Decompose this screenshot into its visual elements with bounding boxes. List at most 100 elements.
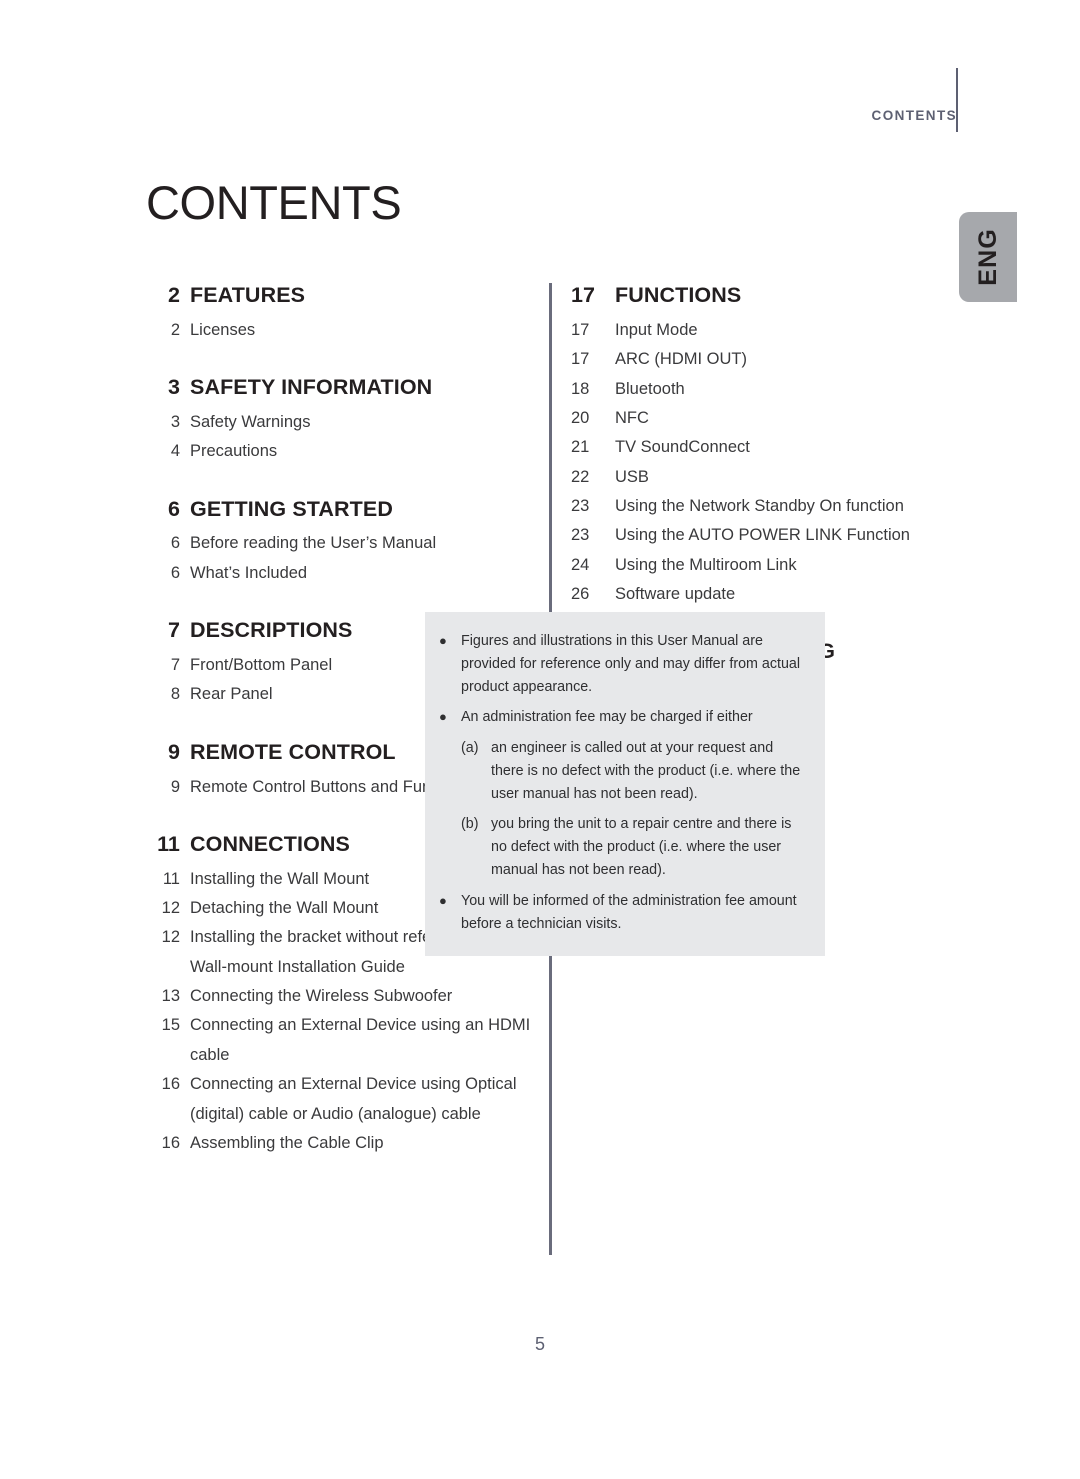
- toc-section-heading[interactable]: 17 FUNCTIONS: [571, 283, 971, 309]
- toc-entry[interactable]: 22 USB: [571, 463, 971, 492]
- toc-entry[interactable]: 17 Input Mode: [571, 316, 971, 345]
- toc-entry[interactable]: 13 Connecting the Wireless Subwoofer: [146, 982, 541, 1011]
- toc-entry-page-number: 23: [571, 496, 590, 515]
- toc-entry[interactable]: 6 Before reading the User’s Manual: [146, 529, 541, 558]
- toc-section-title: CONNECTIONS: [190, 831, 350, 856]
- toc-section-page-number: 6: [167, 496, 180, 521]
- toc-entry-page-number: 23: [571, 526, 590, 545]
- note-bullet-item: ● You will be informed of the administrat…: [439, 890, 805, 936]
- toc-section-page-number: 2: [167, 283, 180, 307]
- toc-entry-page-number: 6: [170, 534, 180, 553]
- toc-entry-label: Using the Multiroom Link: [615, 555, 797, 574]
- toc-entry[interactable]: 23 Using the Network Standby On function: [571, 492, 971, 521]
- toc-entry-label: Using the AUTO POWER LINK Function: [615, 526, 910, 545]
- toc-entry-label: Connecting an External Device using Opti…: [190, 1075, 517, 1123]
- toc-entry-label: What’s Included: [190, 563, 308, 582]
- running-header: CONTENTS: [871, 108, 957, 123]
- toc-entry-label: Assembling the Cable Clip: [190, 1133, 384, 1152]
- toc-entry-label: Software update: [615, 585, 736, 604]
- toc-entry[interactable]: 17 ARC (HDMI OUT): [571, 345, 971, 374]
- toc-entry-page-number: 15: [161, 1016, 180, 1035]
- toc-entry[interactable]: 2 Licenses: [146, 316, 541, 345]
- toc-entry[interactable]: 4 Precautions: [146, 437, 541, 466]
- toc-section-page-number: 11: [157, 831, 180, 856]
- toc-entry-label: Before reading the User’s Manual: [190, 534, 437, 553]
- note-bullet-item: ● An administration fee may be charged if…: [439, 706, 805, 729]
- toc-entry[interactable]: 16 Connecting an External Device using Op…: [146, 1070, 541, 1129]
- toc-entry-page-number: 21: [571, 438, 590, 457]
- toc-entry-page-number: 18: [571, 379, 590, 398]
- toc-entry[interactable]: 3 Safety Warnings: [146, 408, 541, 437]
- toc-entry-page-number: 2: [170, 320, 180, 339]
- toc-section-heading[interactable]: 3 SAFETY INFORMATION: [146, 375, 541, 401]
- toc-entry-page-number: 11: [162, 869, 180, 888]
- toc-entry-page-number: 7: [170, 655, 180, 674]
- toc-entry[interactable]: 20 NFC: [571, 404, 971, 433]
- toc-section-title: FEATURES: [190, 283, 306, 307]
- toc-entry[interactable]: 21 TV SoundConnect: [571, 433, 971, 462]
- toc-section-title: REMOTE CONTROL: [190, 739, 396, 764]
- toc-entry-label: USB: [615, 467, 649, 486]
- toc-section-page-number: 7: [167, 618, 180, 643]
- toc-entry-page-number: 26: [571, 585, 590, 604]
- toc-entry-page-number: 16: [161, 1133, 180, 1152]
- toc-entry-page-number: 3: [170, 412, 180, 431]
- toc-entry-label: NFC: [615, 408, 649, 427]
- toc-entry-page-number: 24: [571, 555, 590, 574]
- toc-entry-label: Connecting an External Device using an H…: [190, 1016, 531, 1064]
- page-number: 5: [534, 1334, 545, 1354]
- toc-entry-label: ARC (HDMI OUT): [615, 350, 747, 369]
- toc-entry-label: Precautions: [190, 442, 278, 461]
- toc-section-heading[interactable]: 2 FEATURES: [146, 283, 541, 309]
- toc-entry-label: Using the Network Standby On function: [615, 496, 904, 515]
- note-text: An administration fee may be charged if …: [461, 709, 753, 726]
- toc-section: 2 FEATURES 2 Licenses: [146, 283, 541, 375]
- note-bullet-item: ● Figures and illustrations in this User …: [439, 630, 805, 699]
- toc-section-title: FUNCTIONS: [615, 283, 742, 307]
- toc-section-page-number: 3: [167, 375, 180, 400]
- toc-entry-page-number: 22: [571, 467, 590, 486]
- toc-entry-page-number: 16: [161, 1075, 180, 1094]
- toc-entry[interactable]: 23 Using the AUTO POWER LINK Function: [571, 521, 971, 550]
- toc-section: 6 GETTING STARTED 6 Before reading the User…: [146, 497, 541, 619]
- toc-entry[interactable]: 26 Software update: [571, 580, 971, 609]
- toc-entry-label: Connecting the Wireless Subwoofer: [190, 987, 453, 1006]
- language-tab-label: ENG: [973, 228, 1002, 286]
- toc-entry[interactable]: 18 Bluetooth: [571, 375, 971, 404]
- toc-entry-page-number: 17: [571, 320, 590, 339]
- toc-entry-page-number: 4: [170, 442, 180, 461]
- note-text: an engineer is called out at your reques…: [491, 739, 801, 802]
- toc-entry-page-number: 20: [571, 408, 590, 427]
- toc-entry-label: Bluetooth: [615, 379, 685, 398]
- toc-entry-label: Input Mode: [615, 320, 698, 339]
- toc-entry-page-number: 17: [571, 350, 590, 369]
- note-box: ● Figures and illustrations in this User …: [425, 612, 825, 956]
- toc-entry[interactable]: 16 Assembling the Cable Clip: [146, 1129, 541, 1158]
- toc-entry[interactable]: 15 Connecting an External Device using an…: [146, 1011, 541, 1070]
- toc-section-page-number: 17: [571, 283, 596, 307]
- note-list-marker: (b): [461, 816, 479, 833]
- toc-entry-page-number: 8: [170, 685, 180, 704]
- toc-entry[interactable]: 6 What’s Included: [146, 559, 541, 588]
- toc-entry-page-number: 13: [161, 987, 180, 1006]
- toc-entry-page-number: 12: [161, 928, 180, 947]
- toc-section-heading[interactable]: 6 GETTING STARTED: [146, 497, 541, 523]
- toc-entry[interactable]: 24 Using the Multiroom Link: [571, 551, 971, 580]
- toc-section: 17 FUNCTIONS 17 Input Mode 17 ARC (HDMI OUT) 1…: [571, 283, 971, 639]
- toc-entry-page-number: 6: [170, 563, 180, 582]
- toc-entry-label: Safety Warnings: [190, 412, 311, 431]
- toc-section: 3 SAFETY INFORMATION 3 Safety Warnings 4 Prec…: [146, 375, 541, 497]
- toc-entry-page-number: 12: [161, 899, 180, 918]
- toc-entry-label: TV SoundConnect: [615, 438, 750, 457]
- note-text: you bring the unit to a repair centre an…: [491, 816, 792, 879]
- note-list-marker: (a): [461, 739, 479, 756]
- page-title: CONTENTS: [146, 176, 402, 230]
- toc-section-page-number: 9: [167, 739, 180, 764]
- toc-section-title: SAFETY INFORMATION: [190, 375, 433, 400]
